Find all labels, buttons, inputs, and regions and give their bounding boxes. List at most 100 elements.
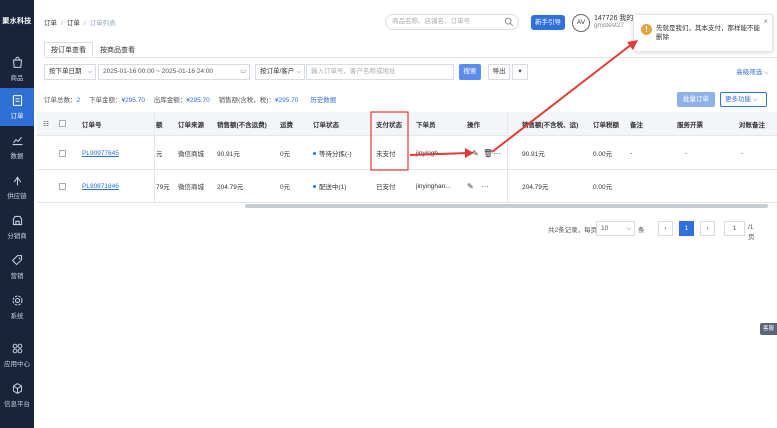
date-type-select[interactable]: 按下单日期 ⌵ — [44, 64, 96, 80]
document-icon — [12, 95, 22, 106]
order-search-placeholder: 输入订单号、客户名称或地址 — [311, 68, 396, 75]
caret-down-icon: ▾ — [518, 68, 522, 75]
page-size-select[interactable]: 10 ⌵ — [596, 221, 635, 236]
col-freight: 运费 — [280, 121, 293, 129]
sidebar-item-app-center[interactable]: 应用中心 — [0, 336, 34, 374]
cell-source: 微信商城 — [178, 184, 204, 191]
bag-icon — [12, 56, 22, 68]
cell-amount-partial: 79元 — [156, 184, 170, 191]
customer-service-tab[interactable]: 客服 — [760, 323, 777, 335]
beginner-guide-button[interactable]: 新手引导 — [531, 15, 565, 30]
sidebar-item-label: 营销 — [10, 273, 24, 280]
row-checkbox[interactable] — [59, 182, 66, 190]
cell-invoice: - — [685, 149, 688, 157]
breadcrumb-item[interactable]: 订单 — [44, 20, 57, 27]
col-order-no: 订单号 — [82, 121, 102, 129]
order-number-link[interactable]: PL90977645 — [82, 150, 119, 157]
order-search-input[interactable]: 输入订单号、客户名称或地址 — [306, 64, 454, 80]
col-invoice: 服务开票 — [677, 121, 703, 129]
advanced-filter-link[interactable]: 高级筛选 ⌵ — [736, 66, 769, 77]
next-page-button[interactable]: › — [700, 221, 715, 236]
sidebar-item-label: 信息平台 — [4, 401, 30, 408]
search-icon[interactable] — [504, 17, 514, 27]
avatar[interactable]: AV — [572, 14, 590, 32]
select-all-checkbox[interactable] — [59, 120, 66, 127]
close-icon[interactable]: × — [763, 17, 768, 26]
history-data-link[interactable]: 历史数据 — [310, 97, 336, 104]
summary-sales-label: 销售额(含税，税)： — [218, 97, 275, 104]
table-horizontal-scrollbar[interactable] — [245, 204, 768, 208]
column-divider — [507, 112, 508, 203]
col-amount-partial: 额 — [156, 121, 163, 129]
sidebar: 聚水科技 商品 订单 数据 供应链 分销商 营销 系统 应用中心 信息平台 — [0, 0, 34, 428]
status-dot — [313, 151, 316, 155]
more-functions-button[interactable]: 更多功能 ⌵ — [720, 92, 767, 107]
sidebar-item-info-platform[interactable]: 信息平台 — [0, 376, 34, 414]
sidebar-item-marketing[interactable]: 营销 — [0, 248, 34, 286]
batch-order-button[interactable]: 批量订单 — [677, 92, 715, 107]
more-actions-icon[interactable]: ··· — [481, 170, 489, 202]
export-dropdown-button[interactable]: ▾ — [512, 64, 528, 80]
edit-icon[interactable]: ✎ — [472, 137, 479, 169]
breadcrumb-item[interactable]: 订单 — [67, 20, 80, 27]
chevron-right-icon: › — [706, 225, 709, 232]
search-type-select[interactable]: 按订单/客户 ⌵ — [255, 64, 305, 80]
cell-order-status: 配送中(1) — [319, 184, 347, 191]
status-dot — [313, 184, 316, 188]
warning-icon: ! — [641, 24, 652, 35]
export-button[interactable]: 导出 — [488, 64, 510, 80]
prev-page-button[interactable]: ‹ — [658, 221, 673, 236]
shop-icon — [12, 215, 22, 226]
sidebar-item-orders[interactable]: 订单 — [0, 88, 34, 126]
cell-freight: 0元 — [280, 151, 291, 158]
sidebar-item-supply[interactable]: 供应链 — [0, 168, 34, 206]
toast-notification: ! 先就是我们，其本支付，那样能不能删除 × — [633, 14, 773, 52]
summary-sales-amount: ¥295.70 — [274, 97, 299, 104]
user-account: gmstest27 — [594, 22, 624, 29]
chevron-down-icon: ⌵ — [626, 225, 631, 232]
page-size-value: 10 — [601, 225, 609, 232]
breadcrumb: 订单 / 订单 / 订单列表 — [44, 20, 116, 27]
cell-tax: 0.00元 — [593, 184, 613, 191]
calendar-icon: ▭ — [240, 69, 246, 75]
jump-page-input[interactable]: 1 — [724, 221, 745, 236]
col-remark: 备注 — [630, 121, 643, 129]
cell-amount-partial: 元 — [156, 151, 163, 158]
chart-icon — [12, 136, 22, 146]
sidebar-item-data[interactable]: 数据 — [0, 128, 34, 166]
sidebar-item-system[interactable]: 系统 — [0, 288, 34, 326]
sidebar-item-distributors[interactable]: 分销商 — [0, 208, 34, 246]
table-row[interactable]: PL90977645 元 微信商城 90.91元 0元 等待分拣(-) 未支付 … — [37, 137, 777, 170]
search-button[interactable]: 搜索 — [459, 64, 481, 80]
tabs-divider — [44, 57, 777, 58]
settings-icon — [12, 295, 22, 306]
cell-tax: 0.00元 — [593, 151, 613, 158]
edit-icon[interactable]: ✎ — [467, 170, 474, 202]
total-pages-text: /1页 — [748, 224, 755, 241]
cell-remark: - — [630, 149, 633, 157]
cell-sales: 90.91元 — [217, 151, 240, 158]
chevron-down-icon: ⌵ — [87, 69, 92, 75]
date-range-picker[interactable]: 2025-01-16 00:00 ~ 2025-01-16 24:00 ▭ — [98, 64, 250, 80]
page-size-unit: 条 — [638, 227, 645, 234]
cell-order-status: 等待分拣(-) — [319, 151, 352, 158]
cell-sales-ex-tax: 90.91元 — [522, 151, 545, 158]
cell-source: 微信商城 — [178, 151, 204, 158]
date-type-value: 按下单日期 — [49, 68, 82, 75]
row-checkbox[interactable] — [59, 149, 66, 157]
col-reconcile: 对账备注 — [739, 121, 765, 129]
column-settings-icon[interactable]: ☷ — [43, 112, 49, 135]
table-row[interactable]: PL90871846 79元 微信商城 204.79元 0元 配送中(1) 已支… — [37, 170, 777, 203]
order-number-link[interactable]: PL90871846 — [82, 183, 119, 190]
tab-by-order[interactable]: 按订单查看 — [44, 42, 93, 57]
sidebar-item-label: 系统 — [10, 313, 24, 320]
view-tabs: 按订单查看 按商品查看 — [44, 42, 142, 58]
tab-by-product[interactable]: 按商品查看 — [93, 42, 142, 57]
col-pay-status: 支付状态 — [376, 121, 402, 129]
global-search-input[interactable]: 商品名称、店铺名、订单号 — [385, 14, 519, 30]
cell-sales-ex-tax: 204.79元 — [522, 184, 549, 191]
sidebar-item-products[interactable]: 商品 — [0, 50, 34, 88]
more-actions-icon[interactable]: ··· — [493, 137, 501, 169]
delete-icon[interactable]: 🗑 — [483, 137, 493, 169]
page-button-current[interactable]: 1 — [679, 221, 694, 236]
